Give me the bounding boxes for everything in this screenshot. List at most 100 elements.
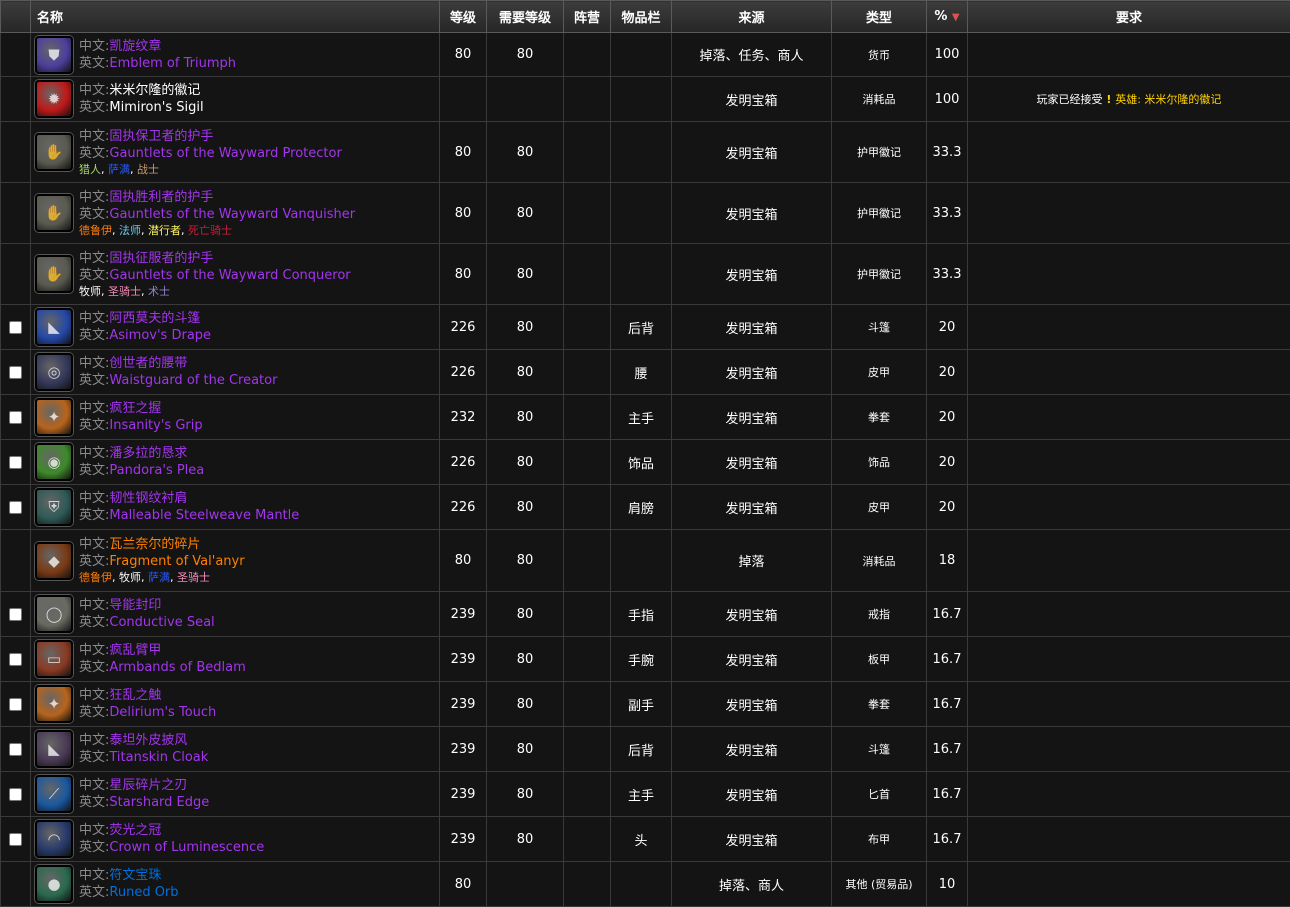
requirement-column-header[interactable]: 要求 [968, 1, 1290, 33]
item-checkbox[interactable] [9, 833, 22, 846]
item-checkbox[interactable] [9, 743, 22, 756]
class-link[interactable]: 术士 [148, 285, 170, 298]
gauntlets-icon[interactable]: ✋ [35, 255, 73, 293]
table-row[interactable]: ◉中文:潘多拉的恳求英文:Pandora's Plea22680饰品发明宝箱饰品… [1, 440, 1290, 485]
item-name-en[interactable]: Asimov's Drape [109, 328, 211, 343]
gauntlets-icon[interactable]: ✋ [35, 194, 73, 232]
item-name-cn[interactable]: 米米尔隆的徽记 [109, 83, 200, 98]
item-name-en[interactable]: Pandora's Plea [109, 463, 204, 478]
item-name-cn[interactable]: 瓦兰奈尔的碎片 [109, 537, 200, 552]
ring-icon[interactable]: ◯ [35, 595, 73, 633]
item-name-en[interactable]: Insanity's Grip [109, 418, 202, 433]
item-name-en[interactable]: Crown of Luminescence [109, 840, 264, 855]
type-column-header[interactable]: 类型 [832, 1, 927, 33]
table-row[interactable]: ✋中文:固执征服者的护手英文:Gauntlets of the Wayward … [1, 244, 1290, 305]
item-name-cn[interactable]: 创世者的腰带 [109, 356, 187, 371]
item-name-en[interactable]: Malleable Steelweave Mantle [109, 508, 299, 523]
quest-link[interactable]: 英雄: 米米尔隆的徽记 [1115, 93, 1221, 106]
slot-column-header[interactable]: 物品栏 [611, 1, 672, 33]
table-row[interactable]: ▭中文:疯乱臂甲英文:Armbands of Bedlam23980手腕发明宝箱… [1, 637, 1290, 682]
item-name-cn[interactable]: 固执保卫者的护手 [109, 129, 213, 144]
item-name-en[interactable]: Starshard Edge [109, 795, 209, 810]
item-checkbox[interactable] [9, 608, 22, 621]
item-name-cn[interactable]: 疯狂之握 [109, 401, 161, 416]
item-name-cn[interactable]: 荧光之冠 [109, 823, 161, 838]
item-checkbox[interactable] [9, 321, 22, 334]
item-name-en[interactable]: Mimiron's Sigil [109, 100, 203, 115]
table-row[interactable]: ◯中文:导能封印英文:Conductive Seal23980手指发明宝箱戒指1… [1, 592, 1290, 637]
belt-icon[interactable]: ◎ [35, 353, 73, 391]
hood-icon[interactable]: ◠ [35, 820, 73, 858]
item-name-cn[interactable]: 星辰碎片之刃 [109, 778, 187, 793]
item-name-en[interactable]: Gauntlets of the Wayward Conqueror [109, 268, 350, 283]
level-column-header[interactable]: 等级 [440, 1, 487, 33]
fist-weapon-icon[interactable]: ✦ [35, 398, 73, 436]
class-link[interactable]: 圣骑士 [108, 285, 141, 298]
item-checkbox[interactable] [9, 698, 22, 711]
table-row[interactable]: ✋中文:固执保卫者的护手英文:Gauntlets of the Wayward … [1, 122, 1290, 183]
item-checkbox[interactable] [9, 653, 22, 666]
class-link[interactable]: 德鲁伊 [79, 224, 112, 237]
table-row[interactable]: ✋中文:固执胜利者的护手英文:Gauntlets of the Wayward … [1, 183, 1290, 244]
item-name-en[interactable]: Titanskin Cloak [109, 750, 208, 765]
item-name-cn[interactable]: 阿西莫夫的斗篷 [109, 311, 200, 326]
table-row[interactable]: ◣中文:泰坦外皮披风英文:Titanskin Cloak23980后背发明宝箱斗… [1, 727, 1290, 772]
faction-column-header[interactable]: 阵营 [564, 1, 611, 33]
item-name-cn[interactable]: 狂乱之触 [109, 688, 161, 703]
item-checkbox[interactable] [9, 456, 22, 469]
class-link[interactable]: 死亡骑士 [188, 224, 232, 237]
table-row[interactable]: ⛨中文:韧性钢纹衬肩英文:Malleable Steelweave Mantle… [1, 485, 1290, 530]
item-name-en[interactable]: Waistguard of the Creator [109, 373, 277, 388]
table-row[interactable]: ✦中文:狂乱之触英文:Delirium's Touch23980副手发明宝箱拳套… [1, 682, 1290, 727]
item-checkbox[interactable] [9, 366, 22, 379]
class-link[interactable]: 战士 [137, 163, 159, 176]
class-link[interactable]: 猎人 [79, 163, 101, 176]
item-name-en[interactable]: Conductive Seal [109, 615, 214, 630]
item-name-cn[interactable]: 潘多拉的恳求 [109, 446, 187, 461]
trinket-icon[interactable]: ◉ [35, 443, 73, 481]
bracer-icon[interactable]: ▭ [35, 640, 73, 678]
class-link[interactable]: 萨满 [108, 163, 130, 176]
item-name-en[interactable]: Emblem of Triumph [109, 56, 236, 71]
class-link[interactable]: 潜行者 [148, 224, 181, 237]
item-checkbox[interactable] [9, 788, 22, 801]
fist-weapon-icon[interactable]: ✦ [35, 685, 73, 723]
gear-sigil-icon[interactable]: ✹ [35, 80, 73, 118]
cloak-icon[interactable]: ◣ [35, 730, 73, 768]
emblem-icon[interactable]: ⛊ [35, 36, 73, 74]
item-name-cn[interactable]: 符文宝珠 [109, 868, 161, 883]
shoulder-icon[interactable]: ⛨ [35, 488, 73, 526]
dagger-icon[interactable]: ⟋ [35, 775, 73, 813]
item-name-cn[interactable]: 导能封印 [109, 598, 161, 613]
table-row[interactable]: ✦中文:疯狂之握英文:Insanity's Grip23280主手发明宝箱拳套2… [1, 395, 1290, 440]
table-row[interactable]: ◎中文:创世者的腰带英文:Waistguard of the Creator22… [1, 350, 1290, 395]
item-name-en[interactable]: Gauntlets of the Wayward Protector [109, 146, 341, 161]
item-name-cn[interactable]: 凯旋纹章 [109, 39, 161, 54]
orb-icon[interactable]: ● [35, 865, 73, 903]
cloak-icon[interactable]: ◣ [35, 308, 73, 346]
table-row[interactable]: ⟋中文:星辰碎片之刃英文:Starshard Edge23980主手发明宝箱匕首… [1, 772, 1290, 817]
item-name-cn[interactable]: 疯乱臂甲 [109, 643, 161, 658]
item-name-en[interactable]: Fragment of Val'anyr [109, 554, 244, 569]
shard-icon[interactable]: ◆ [35, 542, 73, 580]
item-name-cn[interactable]: 韧性钢纹衬肩 [109, 491, 187, 506]
class-link[interactable]: 牧师 [79, 285, 101, 298]
item-name-cn[interactable]: 固执胜利者的护手 [109, 190, 213, 205]
req-level-column-header[interactable]: 需要等级 [487, 1, 564, 33]
table-row[interactable]: ◠中文:荧光之冠英文:Crown of Luminescence23980头发明… [1, 817, 1290, 862]
item-name-en[interactable]: Armbands of Bedlam [109, 660, 245, 675]
table-row[interactable]: ●中文:符文宝珠英文:Runed Orb80掉落、商人其他 (贸易品)10 [1, 862, 1290, 907]
percent-column-header[interactable]: % ▼ [927, 1, 968, 33]
class-link[interactable]: 法师 [119, 224, 141, 237]
source-column-header[interactable]: 来源 [672, 1, 832, 33]
class-link[interactable]: 牧师 [119, 571, 141, 584]
table-row[interactable]: ✹中文:米米尔隆的徽记英文:Mimiron's Sigil发明宝箱消耗品100玩… [1, 77, 1290, 122]
item-checkbox[interactable] [9, 411, 22, 424]
item-checkbox[interactable] [9, 501, 22, 514]
class-link[interactable]: 萨满 [148, 571, 170, 584]
item-name-en[interactable]: Runed Orb [109, 885, 178, 900]
item-name-en[interactable]: Delirium's Touch [109, 705, 216, 720]
class-link[interactable]: 德鲁伊 [79, 571, 112, 584]
name-column-header[interactable]: 名称 [31, 1, 440, 33]
table-row[interactable]: ◆中文:瓦兰奈尔的碎片英文:Fragment of Val'anyr德鲁伊, 牧… [1, 530, 1290, 592]
